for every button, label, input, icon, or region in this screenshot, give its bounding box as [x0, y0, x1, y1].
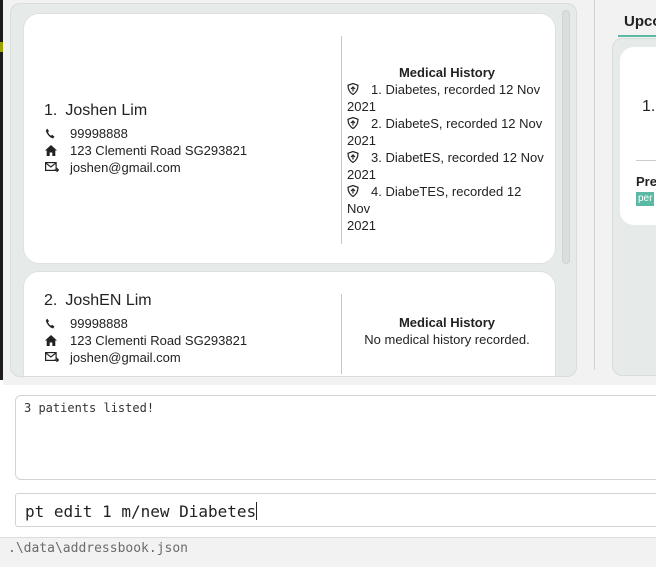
- result-display[interactable]: 3 patients listed!: [15, 395, 656, 480]
- upcoming-badge: per: [636, 192, 655, 206]
- patient-address: 123 Clementi Road SG293821: [70, 142, 248, 158]
- medical-history-empty: No medical history recorded.: [364, 332, 530, 347]
- address-row: 123 Clementi Road SG293821: [44, 332, 248, 348]
- upcoming-card-divider: [636, 160, 656, 161]
- home-icon: [44, 144, 70, 156]
- medical-history-text: 3. DiabetES, recorded 12 Nov: [371, 150, 544, 165]
- patient-index: 1.: [44, 102, 58, 119]
- shield-icon: [347, 150, 361, 164]
- phone-row: 99998888: [44, 125, 247, 141]
- patient-index: 2.: [44, 292, 58, 309]
- card-divider: [341, 294, 342, 374]
- patient-card[interactable]: 1. Joshen Lim 99998888 123 Clementi Road…: [23, 13, 556, 264]
- patient-info: 2. JoshEN Lim 99998888 123 Clementi Road…: [44, 292, 248, 365]
- email-row: joshen@gmail.com: [44, 349, 247, 365]
- upcoming-tab[interactable]: Upco: [624, 13, 656, 30]
- medical-history-year: 2021: [347, 218, 376, 233]
- patient-name-row: 2. JoshEN Lim: [44, 292, 247, 310]
- save-file-path: .\data\addressbook.json: [8, 541, 189, 556]
- patient-phone: 99998888: [70, 315, 128, 331]
- patient-card[interactable]: 2. JoshEN Lim 99998888 123 Clementi Road…: [23, 271, 556, 376]
- medical-history-text: 1. Diabetes, recorded 12 Nov: [371, 82, 541, 97]
- home-icon: [44, 334, 70, 346]
- command-text[interactable]: pt edit 1 m/new Diabetes: [25, 502, 258, 521]
- medical-history-item: 1. Diabetes, recorded 12 Nov 2021: [347, 81, 547, 115]
- patient-address: 123 Clementi Road SG293821: [70, 332, 248, 348]
- patient-name-row: 1. Joshen Lim: [44, 102, 247, 120]
- medical-history-year: 2021: [347, 133, 376, 148]
- email-icon: [44, 162, 70, 172]
- text-caret: [256, 502, 258, 520]
- card-divider: [341, 36, 342, 244]
- medical-history-year: 2021: [347, 167, 376, 182]
- result-text: 3 patients listed!: [24, 401, 155, 415]
- upcoming-section-label: Pre: [636, 174, 656, 189]
- medical-history-year: 2021: [347, 99, 376, 114]
- upcoming-tab-underline: [618, 35, 656, 37]
- address-row: 123 Clementi Road SG293821: [44, 142, 248, 158]
- patient-phone: 99998888: [70, 125, 128, 141]
- medical-history-title: Medical History: [398, 65, 496, 80]
- medical-history-text: 4. DiabeTES, recorded 12 Nov: [347, 184, 522, 216]
- medical-history-title: Medical History: [398, 315, 496, 330]
- medical-history-text: 2. DiabeteS, recorded 12 Nov: [371, 116, 543, 131]
- patient-list-scrollbar[interactable]: [562, 10, 570, 264]
- email-icon: [44, 352, 70, 362]
- medical-history-section: Medical History 1. Diabetes, recorded 12…: [347, 64, 547, 234]
- patient-name: JoshEN Lim: [65, 292, 152, 309]
- shield-icon: [347, 116, 361, 130]
- panel-divider: [594, 0, 595, 370]
- phone-row: 99998888: [44, 315, 247, 331]
- shield-icon: [347, 82, 361, 96]
- phone-icon: [44, 318, 70, 329]
- medical-history-item: 3. DiabetES, recorded 12 Nov 2021: [347, 149, 547, 183]
- patient-name: Joshen Lim: [65, 102, 148, 119]
- medical-history-item: 4. DiabeTES, recorded 12 Nov 2021: [347, 183, 547, 234]
- patient-list-panel[interactable]: 1. Joshen Lim 99998888 123 Clementi Road…: [10, 3, 577, 377]
- patient-email: joshen@gmail.com: [70, 159, 181, 175]
- patient-info: 1. Joshen Lim 99998888 123 Clementi Road…: [44, 102, 248, 175]
- shield-icon: [347, 184, 361, 198]
- command-input[interactable]: pt edit 1 m/new Diabetes: [15, 493, 656, 527]
- medical-history-section: Medical History No medical history recor…: [347, 314, 547, 348]
- command-value: pt edit 1 m/new Diabetes: [25, 502, 257, 521]
- patient-email: joshen@gmail.com: [70, 349, 181, 365]
- email-row: joshen@gmail.com: [44, 159, 247, 175]
- medical-history-item: 2. DiabeteS, recorded 12 Nov 2021: [347, 115, 547, 149]
- phone-icon: [44, 128, 70, 139]
- upcoming-card-number: 1.: [642, 98, 656, 115]
- status-bar: .\data\addressbook.json: [0, 537, 656, 567]
